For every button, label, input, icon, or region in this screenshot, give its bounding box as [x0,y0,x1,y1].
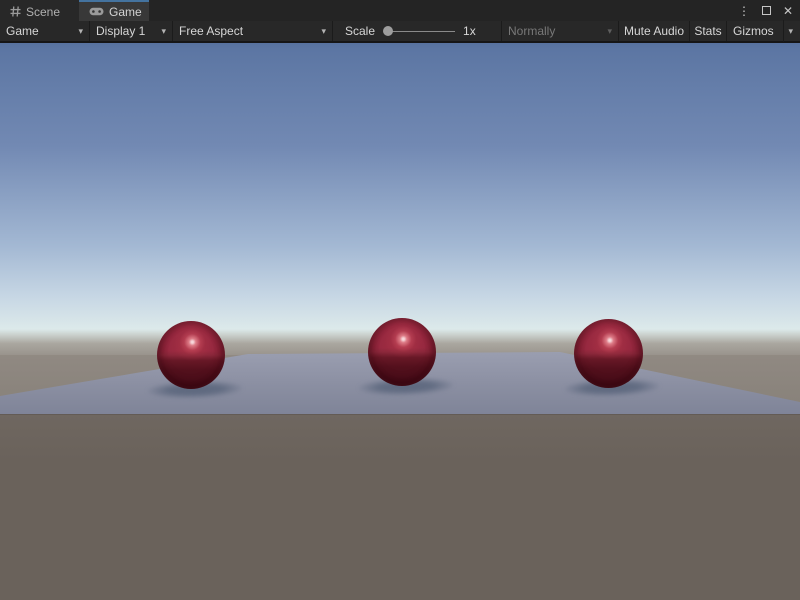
scale-label: Scale [345,24,375,38]
tab-game[interactable]: Game [79,0,149,21]
tab-scene-label: Scene [26,5,60,19]
red-metallic-sphere [368,318,436,386]
close-icon[interactable]: ✕ [780,3,796,19]
view-mode-dropdown[interactable]: Game ▾ [0,21,90,41]
chevron-down-icon: ▾ [607,26,612,37]
game-render-viewport[interactable] [0,43,800,600]
scale-slider[interactable] [383,20,455,42]
kebab-menu-icon[interactable]: ⋮ [736,3,752,19]
gizmos-dropdown[interactable]: Gizmos ▾ [727,21,799,41]
chevron-down-icon: ▾ [321,26,326,37]
aspect-ratio-value: Free Aspect [179,24,243,38]
scale-slider-track[interactable] [391,31,455,33]
gamepad-icon [89,7,104,16]
play-focus-dropdown: Normally ▾ [501,21,619,41]
display-value: Display 1 [96,24,145,38]
aspect-ratio-dropdown[interactable]: Free Aspect ▾ [173,21,333,41]
game-view-toolbar: Game ▾ Display 1 ▾ Free Aspect ▾ Scale 1… [0,21,800,43]
display-dropdown[interactable]: Display 1 ▾ [90,21,173,41]
tab-game-label: Game [109,5,142,19]
gizmos-divider [783,20,784,42]
mute-audio-button[interactable]: Mute Audio [619,21,690,41]
grid-icon [10,6,21,17]
sphere-layer [0,43,800,600]
scale-slider-knob[interactable] [383,26,393,36]
play-focus-value: Normally [508,24,555,38]
chevron-down-icon: ▾ [788,26,793,37]
toolbar-spacer [480,21,501,41]
unity-game-view-window: Scene Game ⋮ ✕ Game ▾ Display 1 ▾ [0,0,800,600]
red-metallic-sphere [574,319,643,388]
chevron-down-icon: ▾ [78,26,83,37]
maximize-box [762,6,771,15]
scale-control: Scale 1x [333,21,480,41]
maximize-icon[interactable] [758,3,774,19]
chevron-down-icon: ▾ [161,26,166,37]
tab-strip: Scene Game ⋮ ✕ [0,0,800,21]
scale-value: 1x [463,24,476,38]
window-controls: ⋮ ✕ [736,0,798,21]
stats-button[interactable]: Stats [690,21,727,41]
view-mode-value: Game [6,24,39,38]
tab-scene[interactable]: Scene [0,0,79,21]
gizmos-label: Gizmos [733,24,774,38]
red-metallic-sphere [157,321,225,389]
